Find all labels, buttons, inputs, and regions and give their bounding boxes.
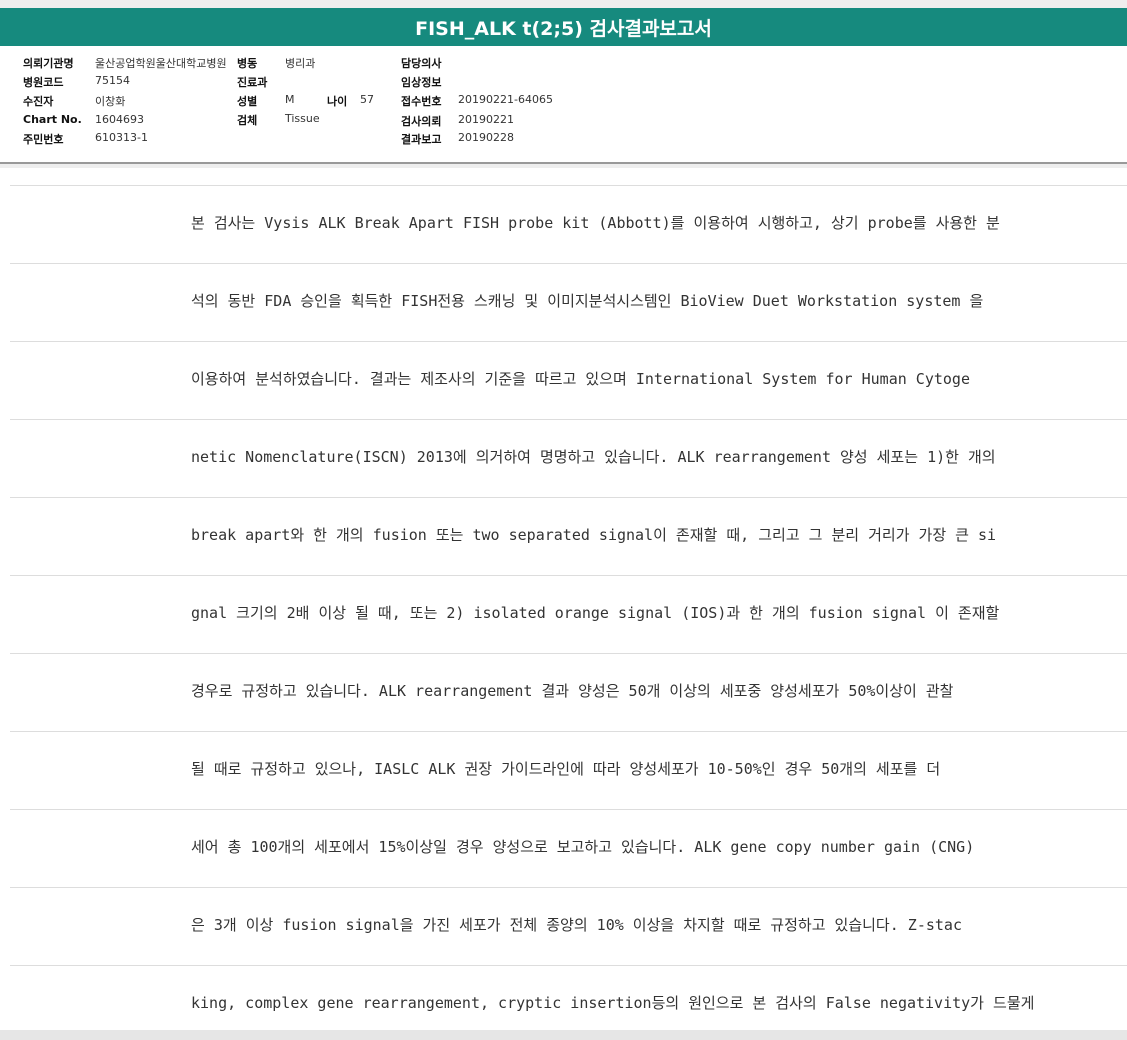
text-row: gnal 크기의 2배 이상 될 때, 또는 2) isolated orang… <box>10 575 1127 653</box>
text-line: 될 때로 규정하고 있으나, IASLC ALK 권장 가이드라인에 따라 양성… <box>191 760 941 778</box>
ward-label: 병동 <box>237 57 258 70</box>
id-no-label: 주민번호 <box>23 133 64 146</box>
age-label: 나이 <box>327 95 348 108</box>
patient-info-header: 의뢰기관명 울산공업학원울산대학교병원 병동 병리과 담당의사 병원코드 751… <box>0 46 1127 164</box>
text-row: 될 때로 규정하고 있으나, IASLC ALK 권장 가이드라인에 따라 양성… <box>10 731 1127 809</box>
report-title: FISH_ALK t(2;5) 검사결과보고서 <box>415 17 712 40</box>
text-line: 이용하여 분석하였습니다. 결과는 제조사의 기준을 따르고 있으며 Inter… <box>191 370 970 388</box>
text-row: 은 3개 이상 fusion signal을 가진 세포가 전체 종양의 10%… <box>10 887 1127 965</box>
text-line: 은 3개 이상 fusion signal을 가진 세포가 전체 종양의 10%… <box>191 916 962 934</box>
text-row: 석의 동반 FDA 승인을 획득한 FISH전용 스캐닝 및 이미지분석시스템인… <box>10 263 1127 341</box>
text-line: 석의 동반 FDA 승인을 획득한 FISH전용 스캐닝 및 이미지분석시스템인… <box>191 292 984 310</box>
text-row: 본 검사는 Vysis ALK Break Apart FISH probe k… <box>10 185 1127 263</box>
doctor-label: 담당의사 <box>401 57 442 70</box>
text-line: 본 검사는 Vysis ALK Break Apart FISH probe k… <box>191 214 1000 232</box>
bottom-scroll-strip <box>0 1030 1127 1040</box>
patient-label: 수진자 <box>23 95 54 108</box>
report-title-bar: FISH_ALK t(2;5) 검사결과보고서 <box>0 8 1127 46</box>
chart-no-label: Chart No. <box>23 113 82 126</box>
request-date-value: 20190221 <box>458 113 514 126</box>
text-row: break apart와 한 개의 fusion 또는 two separate… <box>10 497 1127 575</box>
text-row: king, complex gene rearrangement, crypti… <box>10 965 1127 1030</box>
chart-no-value: 1604693 <box>95 113 144 126</box>
department-label: 진료과 <box>237 76 268 89</box>
receipt-no-label: 접수번호 <box>401 95 442 108</box>
text-row: 경우로 규정하고 있습니다. ALK rearrangement 결과 양성은 … <box>10 653 1127 731</box>
sex-value: M <box>285 93 295 106</box>
text-line: netic Nomenclature(ISCN) 2013에 의거하여 명명하고… <box>191 448 996 466</box>
ward-value: 병리과 <box>285 57 316 70</box>
institution-value: 울산공업학원울산대학교병원 <box>95 57 227 70</box>
text-line: king, complex gene rearrangement, crypti… <box>191 994 1035 1012</box>
hospital-code-label: 병원코드 <box>23 76 64 89</box>
id-no-value: 610313-1 <box>95 131 148 144</box>
text-line: gnal 크기의 2배 이상 될 때, 또는 2) isolated orang… <box>191 604 1000 622</box>
result-text-panel: 본 검사는 Vysis ALK Break Apart FISH probe k… <box>0 168 1127 1030</box>
text-row: netic Nomenclature(ISCN) 2013에 의거하여 명명하고… <box>10 419 1127 497</box>
text-row: 이용하여 분석하였습니다. 결과는 제조사의 기준을 따르고 있으며 Inter… <box>10 341 1127 419</box>
report-page: FISH_ALK t(2;5) 검사결과보고서 의뢰기관명 울산공업학원울산대학… <box>0 0 1127 1040</box>
hospital-code-value: 75154 <box>95 74 130 87</box>
text-line: 경우로 규정하고 있습니다. ALK rearrangement 결과 양성은 … <box>191 682 954 700</box>
institution-label: 의뢰기관명 <box>23 57 74 70</box>
report-date-value: 20190228 <box>458 131 514 144</box>
specimen-label: 검체 <box>237 114 258 127</box>
age-value: 57 <box>360 93 374 106</box>
text-line: break apart와 한 개의 fusion 또는 two separate… <box>191 526 997 544</box>
sex-label: 성별 <box>237 95 258 108</box>
receipt-no-value: 20190221-64065 <box>458 93 553 106</box>
report-date-label: 결과보고 <box>401 133 442 146</box>
specimen-value: Tissue <box>285 112 320 125</box>
patient-value: 이창화 <box>95 95 126 108</box>
text-line: 세어 총 100개의 세포에서 15%이상일 경우 양성으로 보고하고 있습니다… <box>191 838 975 856</box>
request-date-label: 검사의뢰 <box>401 115 442 128</box>
clinical-info-label: 임상정보 <box>401 76 442 89</box>
text-row: 세어 총 100개의 세포에서 15%이상일 경우 양성으로 보고하고 있습니다… <box>10 809 1127 887</box>
